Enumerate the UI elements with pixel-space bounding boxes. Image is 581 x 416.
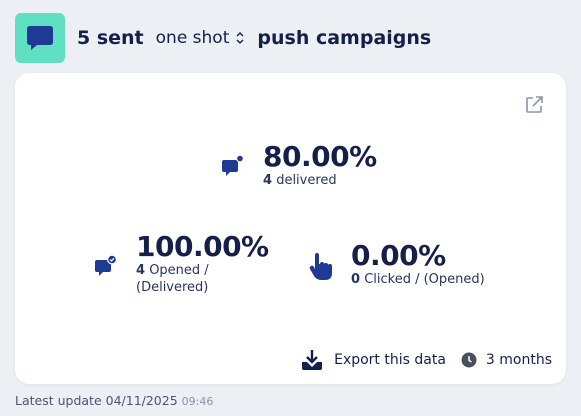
message-check-icon	[95, 254, 117, 276]
delivered-caption: 4 delivered	[263, 172, 377, 189]
pointer-hand-icon	[309, 253, 332, 280]
stats-card: 80.00% 4 delivered 100.00% 4 Opened / (D…	[15, 73, 566, 384]
opened-count: 4	[136, 263, 146, 278]
campaign-type-select[interactable]: one shot	[156, 28, 246, 48]
opened-percent: 100.00%	[136, 230, 269, 263]
message-notification-icon	[222, 154, 244, 176]
campaign-type-value: one shot	[155, 28, 230, 48]
last-update: Latest update 04/11/2025 09:46	[15, 393, 213, 408]
clicked-count: 0	[351, 272, 361, 287]
opened-label: Opened /	[149, 263, 209, 278]
last-update-time: 09:46	[181, 395, 214, 408]
chevron-up-down-icon	[235, 31, 245, 45]
page-title: push campaigns	[257, 27, 432, 49]
delivered-count: 4	[263, 173, 273, 188]
download-icon	[302, 350, 323, 370]
stat-clicked: 0.00% 0 Clicked / (Opened)	[308, 241, 485, 288]
clicked-percent: 0.00%	[351, 239, 446, 272]
clicked-caption: 0 Clicked / (Opened)	[351, 271, 485, 288]
export-data-label: Export this data	[334, 352, 446, 368]
opened-caption: 4 Opened /	[136, 262, 269, 279]
open-external-icon[interactable]	[524, 94, 545, 115]
sent-count: 5 sent	[77, 27, 144, 49]
delivered-label: delivered	[276, 173, 337, 188]
chat-bubble-icon	[27, 26, 53, 50]
clicked-label: Clicked / (Opened)	[364, 272, 485, 287]
opened-label-denominator: (Delivered)	[136, 280, 209, 295]
page-header: 5 sent one shot push campaigns	[15, 13, 431, 63]
period-label: 3 months	[485, 352, 552, 368]
card-footer: Export this data 3 months	[300, 348, 552, 372]
export-data-button[interactable]: Export this data	[300, 348, 446, 372]
stat-delivered: 80.00% 4 delivered	[221, 142, 377, 189]
push-app-tile	[15, 13, 65, 63]
delivered-percent: 80.00%	[263, 140, 377, 173]
stat-opened: 100.00% 4 Opened / (Delivered)	[94, 232, 269, 296]
clock-icon	[461, 352, 477, 368]
period-selector[interactable]: 3 months	[461, 352, 552, 368]
last-update-label: Latest update 04/11/2025	[15, 393, 178, 408]
